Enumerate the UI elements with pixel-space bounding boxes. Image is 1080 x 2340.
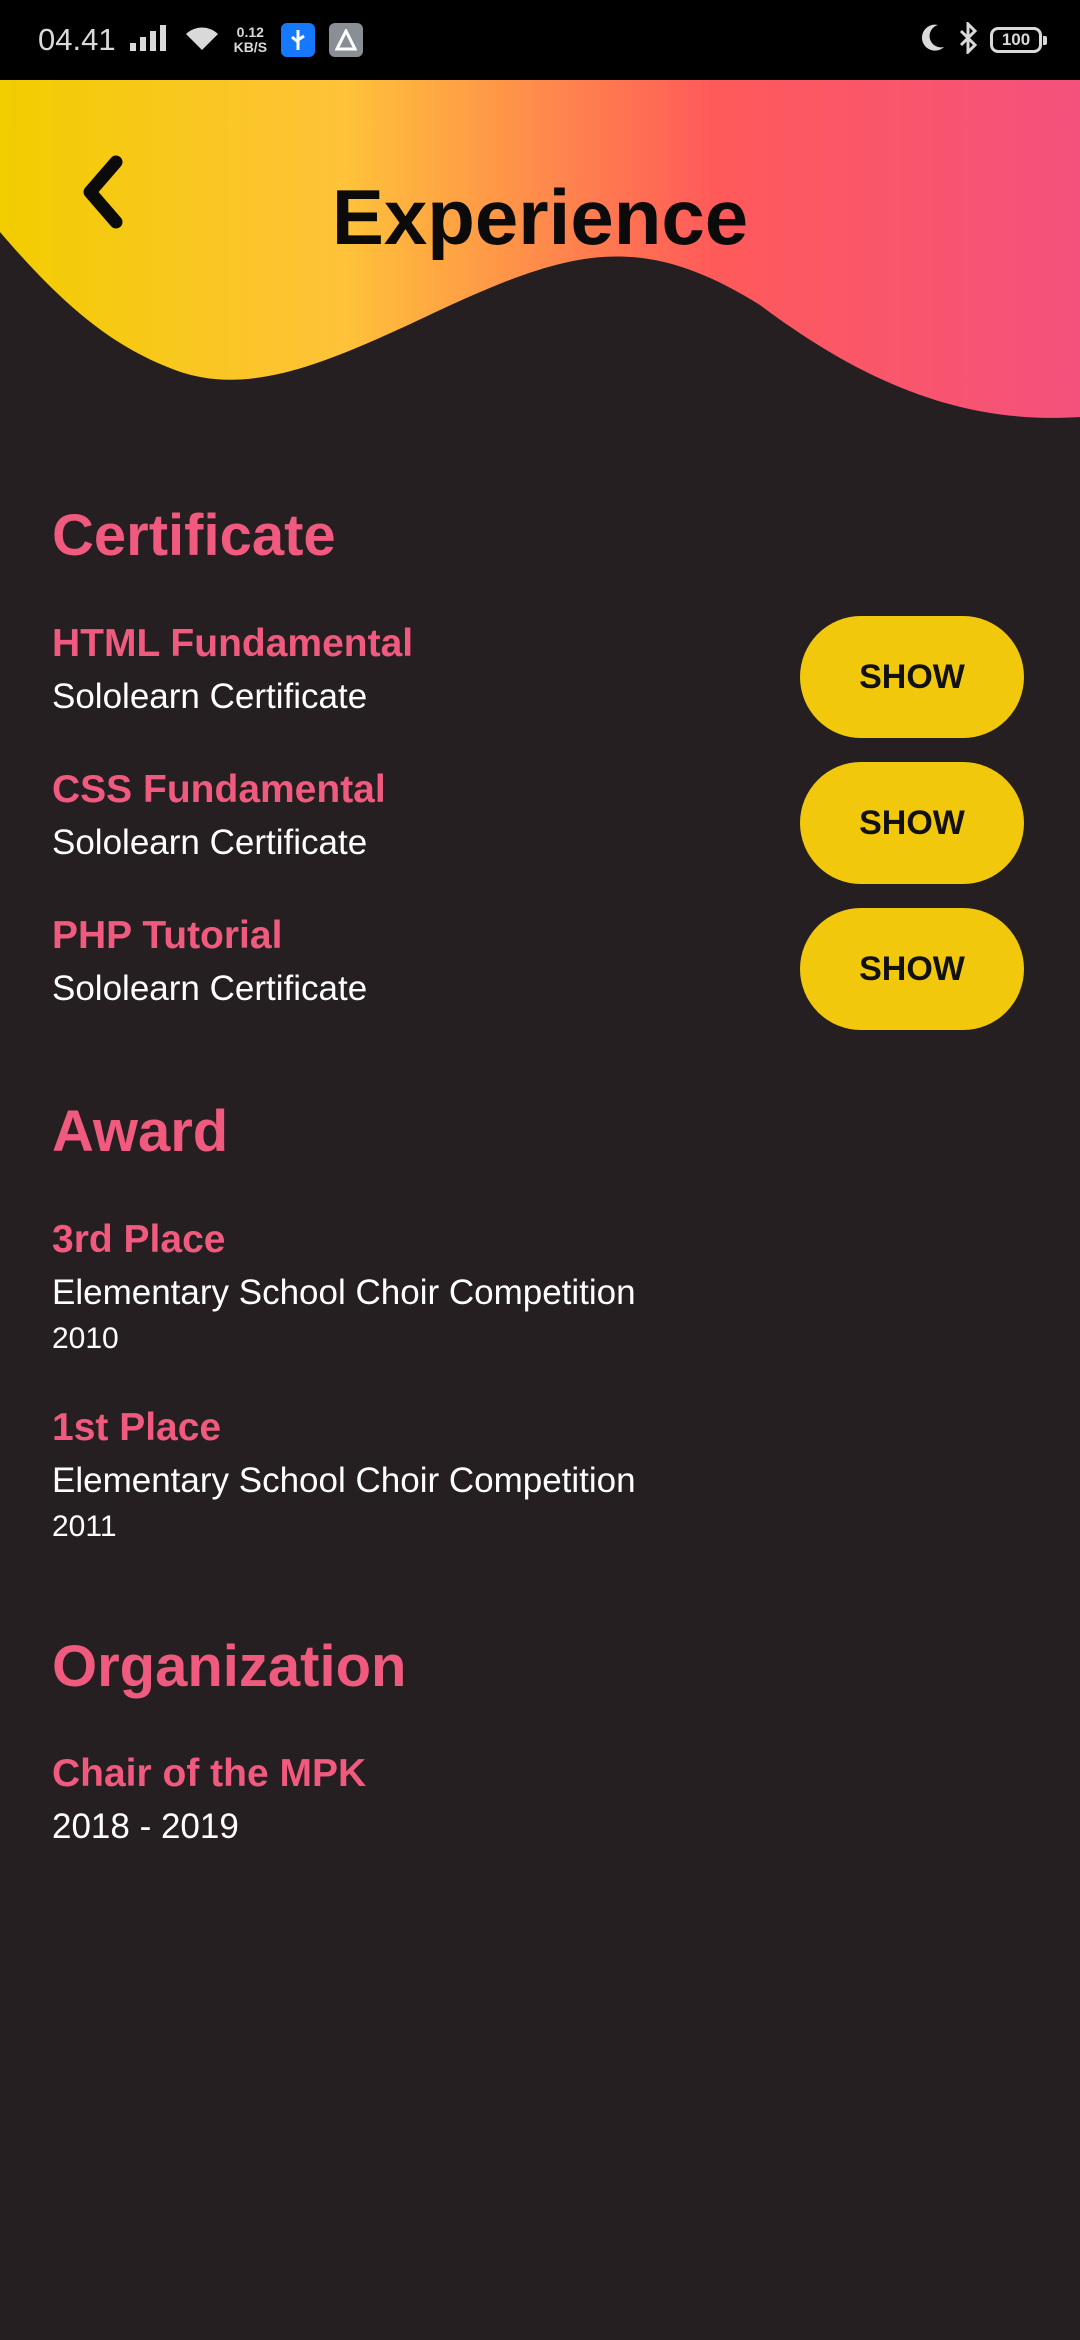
- certificate-issuer: Sololearn Certificate: [52, 677, 368, 716]
- award-year: 2011: [52, 1510, 117, 1543]
- award-section-title: Award: [52, 1099, 229, 1164]
- net-speed-unit: KB/S: [233, 39, 268, 55]
- organization-section-title: Organization: [52, 1634, 407, 1699]
- award-place: 1st Place: [52, 1406, 222, 1449]
- battery-icon: 100: [990, 27, 1047, 53]
- award-event: Elementary School Choir Competition: [52, 1273, 636, 1312]
- certificate-section-title: Certificate: [52, 503, 336, 568]
- status-left: 04.41 0.12 KB/S: [38, 0, 364, 80]
- certificate-name: PHP Tutorial: [52, 914, 283, 957]
- certificate-issuer: Sololearn Certificate: [52, 969, 368, 1008]
- moon-icon: [918, 23, 946, 58]
- status-bar: 04.41 0.12 KB/S 100: [0, 0, 1080, 80]
- certificate-name: HTML Fundamental: [52, 622, 414, 665]
- signal-icon: [129, 24, 170, 56]
- usb-icon: [281, 23, 316, 57]
- header: Experience: [0, 80, 1080, 430]
- award-year: 2010: [52, 1322, 119, 1355]
- net-speed-value: 0.12: [236, 24, 264, 40]
- certificate-name: CSS Fundamental: [52, 768, 386, 811]
- app-notification-icon: [329, 23, 364, 57]
- net-speed: 0.12 KB/S: [234, 25, 267, 55]
- show-certificate-button[interactable]: SHOW: [800, 616, 1024, 738]
- organization-period: 2018 - 2019: [52, 1807, 239, 1846]
- status-right: 100: [918, 0, 1047, 80]
- organization-role: Chair of the MPK: [52, 1752, 367, 1795]
- show-certificate-button[interactable]: SHOW: [800, 762, 1024, 884]
- bluetooth-icon: [958, 19, 978, 59]
- battery-level: 100: [1001, 30, 1031, 49]
- certificate-issuer: Sololearn Certificate: [52, 823, 368, 862]
- wifi-icon: [184, 24, 220, 57]
- page-title: Experience: [331, 173, 749, 261]
- award-place: 3rd Place: [52, 1218, 226, 1261]
- show-certificate-button[interactable]: SHOW: [800, 908, 1024, 1030]
- award-event: Elementary School Choir Competition: [52, 1461, 636, 1500]
- status-time: 04.41: [38, 22, 116, 57]
